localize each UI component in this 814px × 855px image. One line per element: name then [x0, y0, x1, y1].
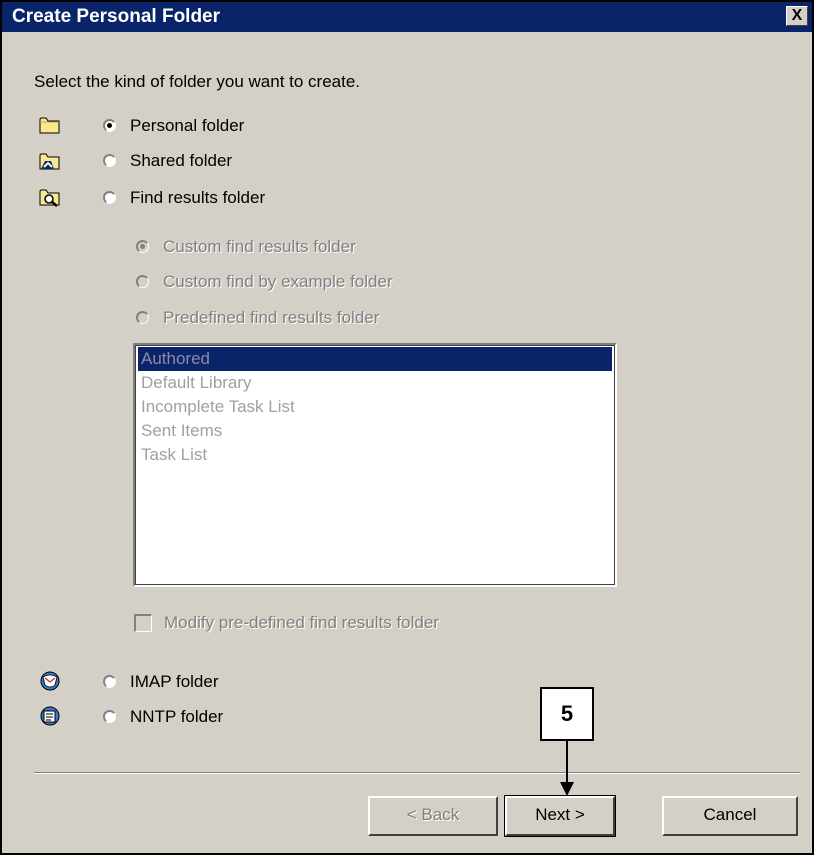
- modify-predefined-checkbox[interactable]: [134, 614, 152, 632]
- nntp-folder-radio[interactable]: [103, 710, 116, 723]
- step-callout: 5: [540, 687, 594, 741]
- dialog-title: Create Personal Folder: [12, 6, 221, 27]
- modify-predefined-label: Modify pre-defined find results folder: [164, 613, 439, 632]
- predefined-folders-listbox[interactable]: Authored Default Library Incomplete Task…: [133, 343, 617, 587]
- imap-folder-radio[interactable]: [103, 675, 116, 688]
- next-button[interactable]: Next >: [504, 795, 616, 837]
- list-item-incomplete-task-list[interactable]: Incomplete Task List: [138, 395, 612, 419]
- back-button[interactable]: < Back: [368, 796, 498, 836]
- nntp-folder-label[interactable]: NNTP folder: [130, 707, 223, 727]
- callout-arrow-head: [560, 782, 574, 796]
- shared-folder-label[interactable]: Shared folder: [130, 151, 232, 171]
- personal-folder-label[interactable]: Personal folder: [130, 116, 244, 136]
- predefined-find-results-radio[interactable]: [136, 311, 149, 324]
- nntp-folder-icon: [40, 706, 60, 726]
- find-results-folder-label[interactable]: Find results folder: [130, 188, 265, 208]
- custom-find-by-example-label: Custom find by example folder: [163, 272, 393, 291]
- custom-find-by-example-radio[interactable]: [136, 275, 149, 288]
- imap-folder-icon: [40, 671, 60, 691]
- list-item-task-list[interactable]: Task List: [138, 443, 612, 467]
- instruction-text: Select the kind of folder you want to cr…: [34, 72, 361, 91]
- button-separator: [34, 772, 800, 774]
- list-item-default-library[interactable]: Default Library: [138, 371, 612, 395]
- find-results-folder-radio[interactable]: [103, 191, 116, 204]
- list-item-authored[interactable]: Authored: [138, 347, 612, 371]
- create-personal-folder-dialog: Create Personal Folder X Select the kind…: [0, 0, 814, 855]
- find-results-folder-icon: [39, 189, 60, 207]
- title-bar: Create Personal Folder X: [2, 2, 812, 32]
- shared-folder-radio[interactable]: [103, 154, 116, 167]
- imap-folder-label[interactable]: IMAP folder: [130, 672, 219, 692]
- custom-find-results-label: Custom find results folder: [163, 237, 356, 256]
- shared-folder-icon: [39, 153, 60, 170]
- personal-folder-radio[interactable]: [103, 119, 116, 132]
- personal-folder-icon: [39, 117, 60, 134]
- predefined-find-results-label: Predefined find results folder: [163, 308, 380, 327]
- cancel-button[interactable]: Cancel: [662, 796, 798, 836]
- list-item-sent-items[interactable]: Sent Items: [138, 419, 612, 443]
- close-button[interactable]: X: [786, 6, 808, 26]
- custom-find-results-radio[interactable]: [136, 240, 149, 253]
- callout-arrow-line: [566, 741, 568, 785]
